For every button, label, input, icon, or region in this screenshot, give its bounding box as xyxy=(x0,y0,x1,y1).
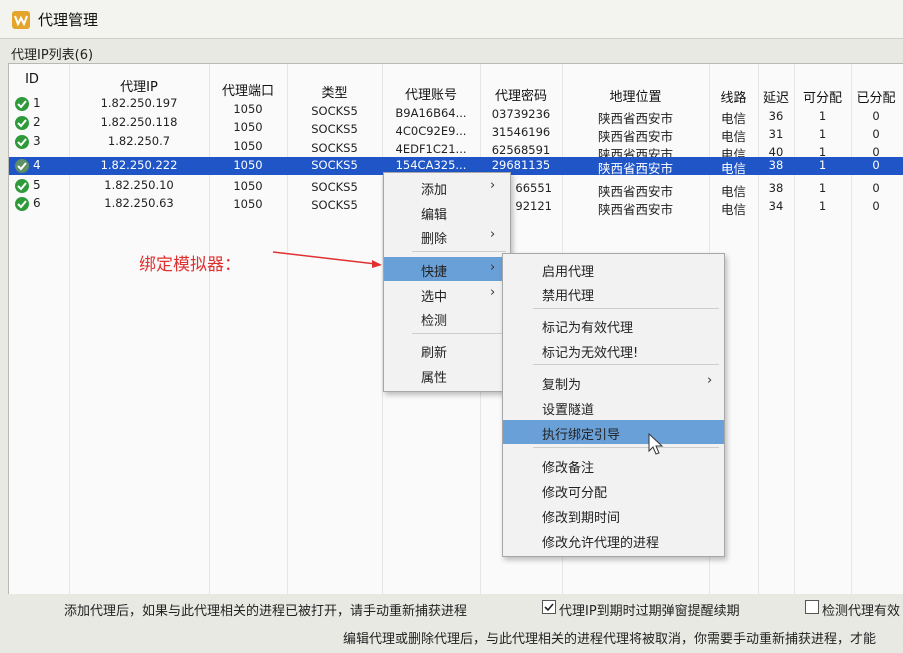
menu-item-label: 属性 xyxy=(421,371,448,386)
menu-item-detect[interactable]: 检测 xyxy=(384,306,510,330)
menu-item-select[interactable]: 选中 › xyxy=(384,282,510,306)
shortcut-submenu: 启用代理 禁用代理 标记为有效代理 标记为无效代理! 复制为 › 设置隧道 执行绑… xyxy=(502,253,725,557)
submenu-arrow-icon: › xyxy=(490,285,496,300)
submenu-arrow-icon: › xyxy=(490,260,496,275)
context-menu: 添加 › 编辑 删除 › 快捷 › 选中 › 检测 刷新 属性 xyxy=(383,172,511,392)
menu-item-delete[interactable]: 删除 › xyxy=(384,224,510,248)
menu-item-label: 启用代理 xyxy=(542,265,595,280)
footer-note-edit: 编辑代理或删除代理后，与此代理相关的进程代理将被取消，你需要手动重新捕获进程，才… xyxy=(343,632,877,647)
menu-item-label: 修改允许代理的进程 xyxy=(542,536,660,551)
menu-separator xyxy=(533,447,719,448)
submenu-item-copy-as[interactable]: 复制为 › xyxy=(503,370,724,394)
menu-item-label: 修改可分配 xyxy=(542,486,608,501)
menu-item-label: 编辑 xyxy=(421,208,448,223)
submenu-item-edit-assignable[interactable]: 修改可分配 xyxy=(503,478,724,502)
submenu-item-set-tunnel[interactable]: 设置隧道 xyxy=(503,395,724,419)
detect-valid-label: 检测代理有效 xyxy=(822,604,901,619)
menu-item-label: 检测 xyxy=(421,314,448,329)
submenu-item-edit-allowed-process[interactable]: 修改允许代理的进程 xyxy=(503,528,724,552)
submenu-item-edit-expiry[interactable]: 修改到期时间 xyxy=(503,503,724,527)
menu-separator xyxy=(412,251,506,252)
mouse-cursor-icon xyxy=(648,433,664,455)
menu-item-label: 执行绑定引导 xyxy=(542,428,621,443)
menu-separator xyxy=(533,308,719,309)
annotation-arrow-1 xyxy=(272,251,377,265)
proxy-manager-window: 代理管理 代理IP列表(6) ID 代理IP 代理端口 类型 代理账号 代理密码… xyxy=(0,0,903,653)
menu-item-label: 修改备注 xyxy=(542,461,595,476)
submenu-item-disable-proxy[interactable]: 禁用代理 xyxy=(503,281,724,305)
menu-item-label: 选中 xyxy=(421,290,448,305)
menu-item-label: 复制为 xyxy=(542,378,582,393)
submenu-arrow-icon: › xyxy=(707,373,713,388)
menu-item-label: 标记为有效代理 xyxy=(542,321,634,336)
menu-item-edit[interactable]: 编辑 xyxy=(384,200,510,224)
menu-item-label: 标记为无效代理! xyxy=(542,346,639,361)
menu-item-label: 添加 xyxy=(421,183,448,198)
menu-item-label: 禁用代理 xyxy=(542,289,595,304)
menu-item-label: 设置隧道 xyxy=(542,403,595,418)
menu-separator xyxy=(533,364,719,365)
submenu-arrow-icon: › xyxy=(490,227,496,242)
menu-separator xyxy=(412,333,506,334)
menu-item-add[interactable]: 添加 › xyxy=(384,175,510,199)
submenu-item-run-binding-guide[interactable]: 执行绑定引导 xyxy=(503,420,724,444)
submenu-item-mark-valid[interactable]: 标记为有效代理 xyxy=(503,313,724,337)
menu-item-label: 修改到期时间 xyxy=(542,511,621,526)
detect-valid-checkbox[interactable] xyxy=(805,600,819,614)
submenu-arrow-icon: › xyxy=(490,178,496,193)
footer-note-add: 添加代理后，如果与此代理相关的进程已被打开，请手动重新捕获进程 xyxy=(64,604,468,619)
menu-item-label: 快捷 xyxy=(421,265,448,280)
expiry-reminder-checkbox[interactable] xyxy=(542,600,556,614)
submenu-item-mark-invalid[interactable]: 标记为无效代理! xyxy=(503,338,724,362)
menu-item-refresh[interactable]: 刷新 xyxy=(384,338,510,362)
submenu-item-enable-proxy[interactable]: 启用代理 xyxy=(503,257,724,281)
menu-item-label: 删除 xyxy=(421,232,448,247)
menu-item-properties[interactable]: 属性 xyxy=(384,363,510,387)
submenu-item-edit-note[interactable]: 修改备注 xyxy=(503,453,724,477)
annotation-arrowhead-1 xyxy=(372,260,382,268)
expiry-reminder-label: 代理IP到期时过期弹窗提醒续期 xyxy=(559,604,740,619)
menu-item-shortcut[interactable]: 快捷 › xyxy=(384,257,510,281)
menu-item-label: 刷新 xyxy=(421,346,448,361)
